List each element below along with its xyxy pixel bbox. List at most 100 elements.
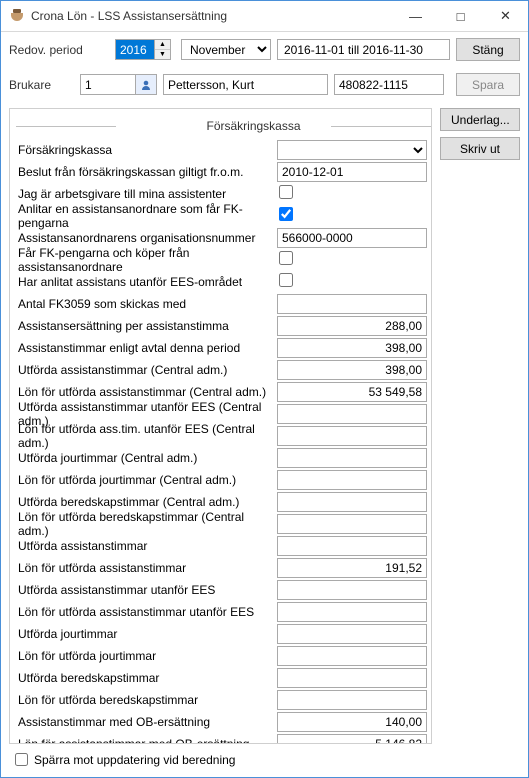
row-number-input[interactable]: [277, 536, 427, 556]
row-checkbox[interactable]: [279, 185, 293, 199]
row-field: [277, 207, 427, 224]
row-number-input[interactable]: [277, 294, 427, 314]
row-number-input[interactable]: [277, 558, 427, 578]
row-field: [277, 228, 427, 248]
form-row: Lön för utförda beredskapstimmar: [16, 689, 431, 710]
row-label: Utförda assistanstimmar: [16, 539, 277, 553]
row-field: [277, 251, 427, 268]
row-label: Lön för utförda beredskapstimmar: [16, 693, 277, 707]
maximize-button[interactable]: □: [438, 1, 483, 31]
row-field: [277, 185, 427, 202]
row-number-input[interactable]: [277, 624, 427, 644]
close-dialog-button[interactable]: Stäng: [456, 38, 520, 61]
brukare-toolbar: Brukare Spara: [1, 67, 528, 102]
form-row: Har anlitat assistans utanför EES-område…: [16, 271, 431, 292]
row-text-input[interactable]: [277, 162, 427, 182]
row-label: Lön för utförda ass.tim. utanför EES (Ce…: [16, 422, 277, 450]
brukare-label: Brukare: [9, 78, 74, 92]
year-spinner-buttons[interactable]: ▲ ▼: [155, 39, 171, 60]
row-number-input[interactable]: [277, 514, 427, 534]
row-number-input[interactable]: [277, 602, 427, 622]
form-row: Antal FK3059 som skickas med: [16, 293, 431, 314]
lock-label: Spärra mot uppdatering vid beredning: [34, 753, 235, 767]
row-checkbox[interactable]: [279, 273, 293, 287]
underlag-button[interactable]: Underlag...: [440, 108, 520, 131]
row-checkbox[interactable]: [279, 251, 293, 265]
skrivut-button[interactable]: Skriv ut: [440, 137, 520, 160]
row-select[interactable]: [277, 140, 427, 160]
row-label: Assistansersättning per assistanstimma: [16, 319, 277, 333]
minimize-button[interactable]: —: [393, 1, 438, 31]
brukare-ssn-input[interactable]: [334, 74, 444, 95]
row-number-input[interactable]: [277, 734, 427, 745]
form-panel[interactable]: Försäkringskassa FörsäkringskassaBeslut …: [9, 108, 432, 744]
row-label: Assistanstimmar enligt avtal denna perio…: [16, 341, 277, 355]
form-row: Utförda assistanstimmar utanför EES: [16, 579, 431, 600]
row-checkbox[interactable]: [279, 207, 293, 221]
row-number-input[interactable]: [277, 492, 427, 512]
brukare-lookup-button[interactable]: [136, 74, 157, 95]
row-number-input[interactable]: [277, 448, 427, 468]
row-field: [277, 690, 427, 710]
row-field: [277, 558, 427, 578]
row-field: [277, 273, 427, 290]
row-label: Lön för utförda assistanstimmar utanför …: [16, 605, 277, 619]
app-window: Crona Lön - LSS Assistansersättning — □ …: [0, 0, 529, 778]
row-number-input[interactable]: [277, 712, 427, 732]
row-number-input[interactable]: [277, 338, 427, 358]
group-line-right: [331, 126, 431, 127]
brukare-id-input[interactable]: [80, 74, 136, 95]
row-number-input[interactable]: [277, 360, 427, 380]
row-label: Lön för utförda jourtimmar (Central adm.…: [16, 473, 277, 487]
group-line-left: [16, 126, 116, 127]
row-number-input[interactable]: [277, 668, 427, 688]
spinner-down-icon[interactable]: ▼: [155, 50, 170, 59]
row-number-input[interactable]: [277, 690, 427, 710]
row-field: [277, 404, 427, 424]
row-number-input[interactable]: [277, 646, 427, 666]
year-spinner[interactable]: ▲ ▼: [115, 39, 175, 60]
spinner-up-icon[interactable]: ▲: [155, 40, 170, 50]
row-label: Utförda beredskapstimmar: [16, 671, 277, 685]
form-row: Lön för utförda jourtimmar: [16, 645, 431, 666]
row-label: Får FK-pengarna och köper från assistans…: [16, 246, 277, 274]
row-field: [277, 492, 427, 512]
form-row: Utförda jourtimmar: [16, 623, 431, 644]
row-number-input[interactable]: [277, 316, 427, 336]
form-row: Lön för utförda assistanstimmar utanför …: [16, 601, 431, 622]
row-label: Lön för utförda jourtimmar: [16, 649, 277, 663]
form-row: Försäkringskassa: [16, 139, 431, 160]
form-row: Lön för assistanstimmar med OB-ersättnin…: [16, 733, 431, 744]
row-label: Assistansanordnarens organisationsnummer: [16, 231, 277, 245]
row-number-input[interactable]: [277, 382, 427, 402]
person-icon: [140, 79, 152, 91]
row-number-input[interactable]: [277, 404, 427, 424]
form-row: Lön för utförda beredskapstimmar (Centra…: [16, 513, 431, 534]
lock-checkbox[interactable]: [15, 753, 28, 766]
row-label: Jag är arbetsgivare till mina assistente…: [16, 187, 277, 201]
row-number-input[interactable]: [277, 580, 427, 600]
period-toolbar: Redov. period ▲ ▼ November 2016-11-01 ti…: [1, 32, 528, 67]
row-text-input[interactable]: [277, 228, 427, 248]
row-number-input[interactable]: [277, 426, 427, 446]
row-number-input[interactable]: [277, 470, 427, 490]
form-row: Utförda jourtimmar (Central adm.): [16, 447, 431, 468]
app-icon: [9, 8, 25, 24]
save-button[interactable]: Spara: [456, 73, 520, 96]
brukare-name-input[interactable]: [163, 74, 328, 95]
form-row: Beslut från försäkringskassan giltigt fr…: [16, 161, 431, 182]
year-input[interactable]: [115, 39, 155, 60]
window-buttons: — □ ✕: [393, 1, 528, 31]
close-button[interactable]: ✕: [483, 1, 528, 31]
month-select[interactable]: November: [181, 39, 271, 60]
form-row: Anlitar en assistansanordnare som får FK…: [16, 205, 431, 226]
row-label: Anlitar en assistansanordnare som får FK…: [16, 202, 277, 230]
form-row: Assistanstimmar enligt avtal denna perio…: [16, 337, 431, 358]
row-field: [277, 382, 427, 402]
row-field: [277, 536, 427, 556]
brukare-id-group: [80, 74, 157, 95]
row-label: Har anlitat assistans utanför EES-område…: [16, 275, 277, 289]
form-row: Assistanstimmar med OB-ersättning: [16, 711, 431, 732]
row-field: [277, 514, 427, 534]
row-field: [277, 734, 427, 745]
